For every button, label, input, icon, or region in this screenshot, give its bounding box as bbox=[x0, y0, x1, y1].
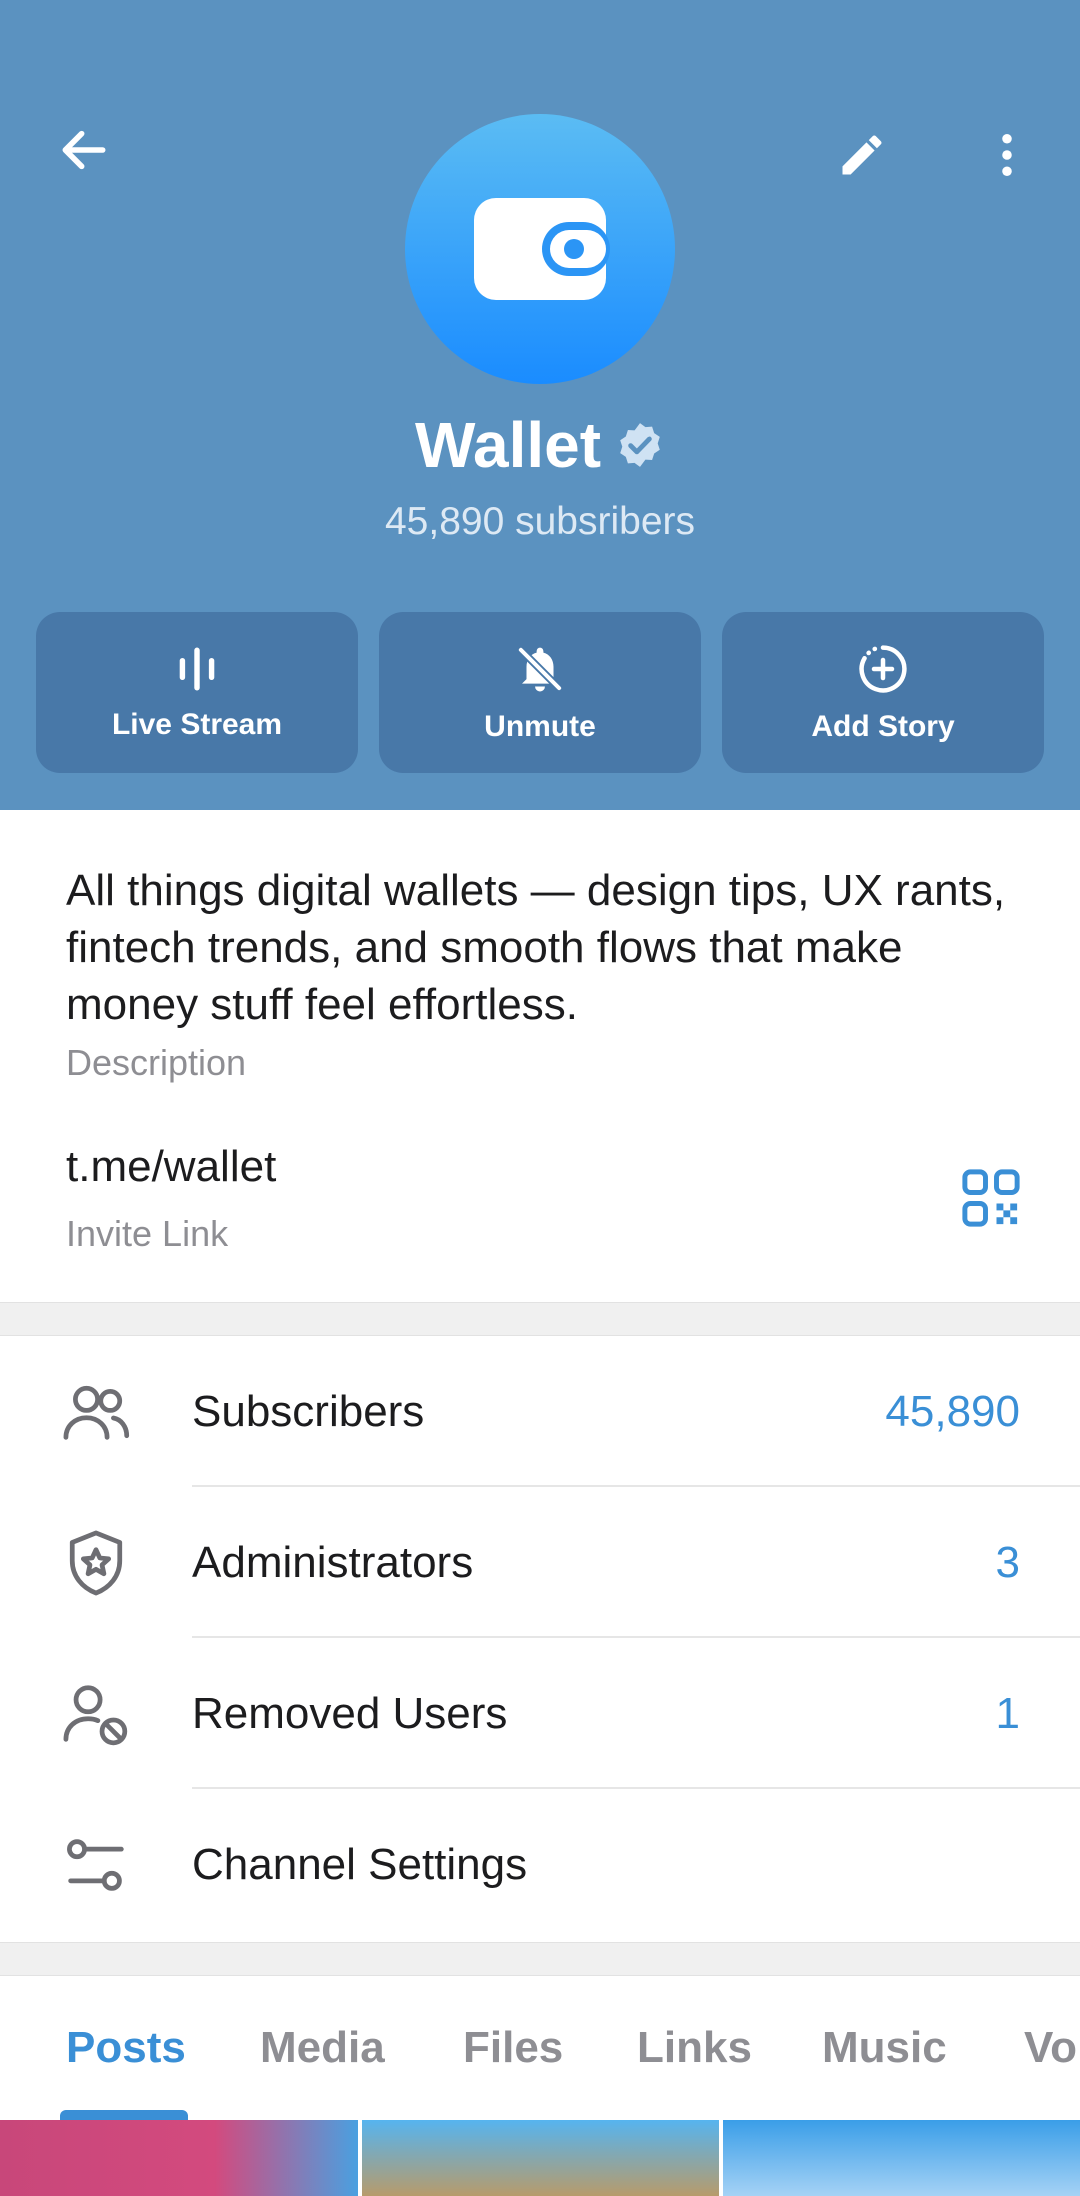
menu-value-subscribers: 45,890 bbox=[885, 1386, 1020, 1436]
live-stream-label: Live Stream bbox=[111, 707, 283, 741]
live-stream-button[interactable]: Live Stream bbox=[36, 612, 358, 773]
qr-code-button[interactable] bbox=[958, 1165, 1024, 1231]
profile-header: Wallet 45,890 subsribers Live Stream Unm… bbox=[0, 0, 1080, 810]
back-button[interactable] bbox=[44, 110, 124, 190]
tab-files[interactable]: Files bbox=[463, 2023, 563, 2073]
add-story-button[interactable]: Add Story bbox=[722, 612, 1044, 773]
more-options-button[interactable] bbox=[967, 115, 1047, 195]
menu-label-removed-users: Removed Users bbox=[192, 1688, 508, 1738]
settings-sliders-icon bbox=[58, 1827, 134, 1903]
menu-label-subscribers: Subscribers bbox=[192, 1386, 425, 1436]
menu-item-administrators[interactable]: Administrators 3 bbox=[0, 1487, 1080, 1638]
subscriber-count: 45,890 subsribers bbox=[384, 500, 696, 543]
menu-item-subscribers[interactable]: Subscribers 45,890 bbox=[0, 1336, 1080, 1487]
channel-info: All things digital wallets — design tips… bbox=[0, 810, 1080, 1302]
channel-avatar[interactable] bbox=[405, 114, 675, 384]
unmute-button[interactable]: Unmute bbox=[379, 612, 701, 773]
more-vertical-icon bbox=[1002, 133, 1012, 177]
tab-links[interactable]: Links bbox=[637, 2023, 752, 2073]
unmute-label: Unmute bbox=[484, 709, 596, 743]
media-thumbnail[interactable] bbox=[723, 2120, 1080, 2196]
bell-off-icon bbox=[517, 645, 563, 692]
qr-code-icon bbox=[962, 1169, 1020, 1227]
add-story-icon bbox=[859, 644, 907, 693]
pencil-icon bbox=[842, 135, 882, 175]
invite-link[interactable]: t.me/wallet bbox=[66, 1142, 276, 1192]
tab-posts[interactable]: Posts bbox=[66, 2023, 186, 2073]
posts-media-grid bbox=[0, 2120, 1080, 2196]
action-buttons: Live Stream Unmute Add Story bbox=[36, 612, 1044, 773]
edit-button[interactable] bbox=[822, 115, 902, 195]
arrow-left-icon bbox=[62, 130, 106, 170]
section-separator bbox=[0, 1302, 1080, 1336]
channel-menu: Subscribers 45,890 Administrators 3 Remo… bbox=[0, 1336, 1080, 1940]
active-tab-indicator bbox=[60, 2110, 188, 2120]
channel-title: Wallet bbox=[414, 409, 602, 481]
users-icon bbox=[58, 1374, 134, 1450]
media-thumbnail[interactable] bbox=[362, 2120, 719, 2196]
shield-star-icon bbox=[58, 1525, 134, 1601]
wallet-icon bbox=[474, 198, 610, 300]
menu-item-channel-settings[interactable]: Channel Settings bbox=[0, 1789, 1080, 1940]
tab-music[interactable]: Music bbox=[822, 2023, 947, 2073]
section-separator bbox=[0, 1942, 1080, 1976]
user-blocked-icon bbox=[58, 1676, 134, 1752]
menu-value-removed-users: 1 bbox=[995, 1688, 1020, 1738]
menu-label-administrators: Administrators bbox=[192, 1537, 474, 1587]
description-label: Description bbox=[66, 1042, 247, 1083]
menu-label-channel-settings: Channel Settings bbox=[192, 1839, 528, 1889]
invite-link-label: Invite Link bbox=[66, 1213, 229, 1254]
channel-title-row: Wallet bbox=[0, 408, 1080, 482]
tab-voice[interactable]: Vo bbox=[1024, 2023, 1077, 2073]
live-stream-icon bbox=[179, 647, 215, 690]
channel-description: All things digital wallets — design tips… bbox=[66, 866, 1006, 1029]
media-tabs: Posts Media Files Links Music Vo bbox=[0, 1978, 1080, 2120]
menu-item-removed-users[interactable]: Removed Users 1 bbox=[0, 1638, 1080, 1789]
add-story-label: Add Story bbox=[811, 709, 955, 743]
verified-badge-icon bbox=[620, 423, 660, 467]
media-thumbnail[interactable] bbox=[0, 2120, 358, 2196]
menu-value-administrators: 3 bbox=[995, 1537, 1020, 1587]
tab-media[interactable]: Media bbox=[260, 2023, 385, 2073]
